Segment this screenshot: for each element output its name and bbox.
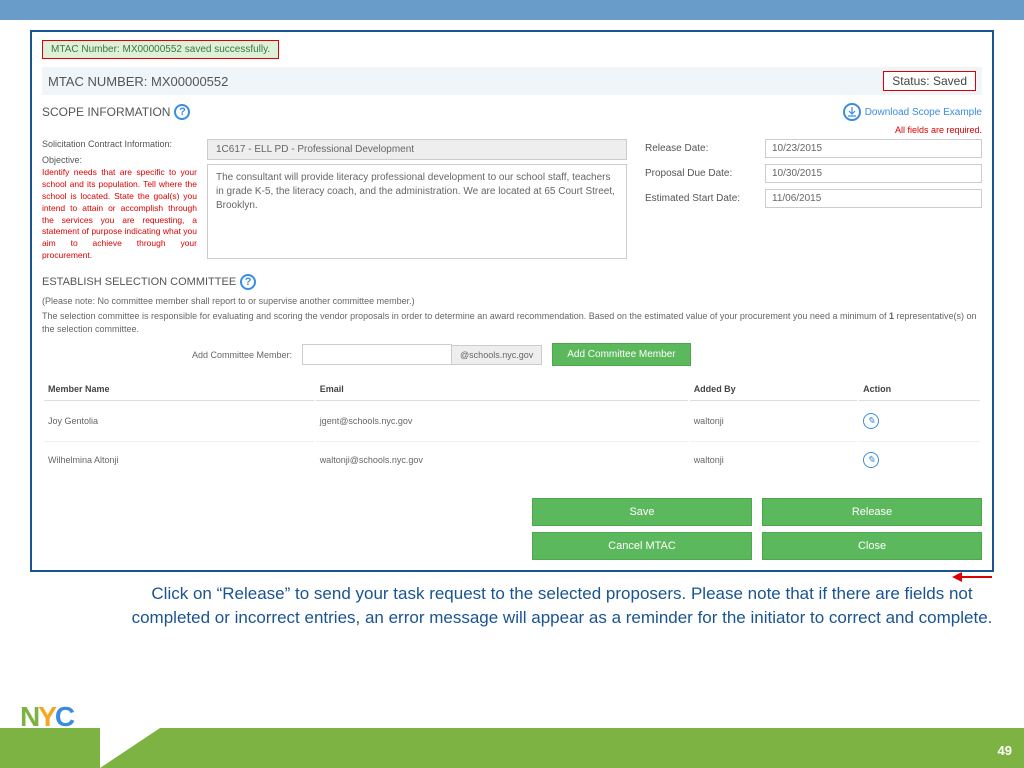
proposal-due-input[interactable]: 10/30/2015 — [765, 164, 982, 183]
arrow-pointer-icon — [952, 571, 992, 586]
col-name: Member Name — [44, 378, 314, 401]
help-icon[interactable]: ? — [174, 104, 190, 120]
member-input[interactable] — [302, 344, 452, 365]
form-panel: MTAC Number: MX00000552 saved successful… — [30, 30, 994, 572]
caption-text: Click on “Release” to send your task req… — [130, 582, 994, 630]
success-message: MTAC Number: MX00000552 saved successful… — [42, 40, 279, 59]
committee-note: (Please note: No committee member shall … — [42, 296, 982, 306]
footer-bar: 49 — [0, 728, 1024, 768]
email-suffix: @schools.nyc.gov — [452, 345, 542, 365]
contract-info-field[interactable]: 1C617 - ELL PD - Professional Developmen… — [207, 139, 627, 160]
release-button[interactable]: Release — [762, 498, 982, 526]
required-note: All fields are required. — [42, 125, 982, 135]
page-number: 49 — [998, 743, 1012, 758]
mtac-header-row: MTAC NUMBER: MX00000552 Status: Saved — [42, 67, 982, 95]
add-member-label: Add Committee Member: — [42, 350, 302, 360]
estimated-start-input[interactable]: 11/06/2015 — [765, 189, 982, 208]
objective-label: Objective: — [42, 155, 197, 165]
col-added-by: Added By — [690, 378, 857, 401]
save-button[interactable]: Save — [532, 498, 752, 526]
table-row: Joy Gentolia jgent@schools.nyc.gov walto… — [44, 403, 980, 439]
close-button[interactable]: Close — [762, 532, 982, 560]
add-member-button[interactable]: Add Committee Member — [552, 343, 690, 366]
table-row: Wilhelmina Altonji waltonji@schools.nyc.… — [44, 441, 980, 478]
committee-table: Member Name Email Added By Action Joy Ge… — [42, 376, 982, 480]
objective-hint: Identify needs that are specific to your… — [42, 167, 197, 262]
release-date-label: Release Date: — [645, 143, 765, 154]
scope-title: SCOPE INFORMATION — [42, 105, 170, 119]
download-scope-link[interactable]: Download Scope Example — [843, 103, 982, 121]
col-email: Email — [316, 378, 688, 401]
col-action: Action — [859, 378, 980, 401]
status-badge: Status: Saved — [883, 71, 976, 91]
committee-title: ESTABLISH SELECTION COMMITTEE — [42, 276, 236, 288]
contract-label: Solicitation Contract Information: — [42, 139, 197, 149]
download-icon — [843, 103, 861, 121]
help-icon[interactable]: ? — [240, 274, 256, 290]
scope-header: SCOPE INFORMATION ? Download Scope Examp… — [42, 103, 982, 121]
cancel-mtac-button[interactable]: Cancel MTAC — [532, 532, 752, 560]
mtac-number: MTAC NUMBER: MX00000552 — [48, 74, 228, 89]
release-date-input[interactable]: 10/23/2015 — [765, 139, 982, 158]
delete-icon[interactable]: ✎ — [863, 413, 879, 429]
estimated-start-label: Estimated Start Date: — [645, 193, 765, 204]
delete-icon[interactable]: ✎ — [863, 452, 879, 468]
committee-desc: The selection committee is responsible f… — [42, 310, 982, 335]
top-bar — [0, 0, 1024, 20]
objective-textarea[interactable]: The consultant will provide literacy pro… — [207, 164, 627, 259]
proposal-due-label: Proposal Due Date: — [645, 168, 765, 179]
